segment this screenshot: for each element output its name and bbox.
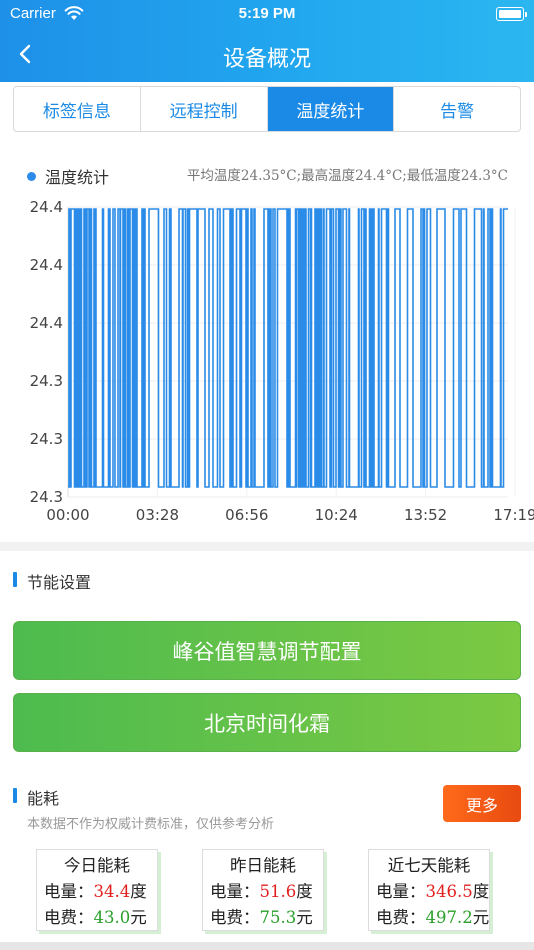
today-energy-card[interactable]: 今日能耗 电量：34.4度 电费：43.0元 <box>36 849 158 931</box>
power-row: 电量：34.4度 <box>44 882 147 901</box>
x-tick-label: 00:00 <box>46 506 89 522</box>
tab-remote-control[interactable]: 远程控制 <box>141 87 268 131</box>
x-tick-label: 03:28 <box>136 506 179 522</box>
energy-settings-title: 节能设置 <box>13 569 91 593</box>
tab-temperature-stats[interactable]: 温度统计 <box>267 87 395 131</box>
fee-value: 43.0 <box>93 908 131 927</box>
card-title: 今日能耗 <box>64 856 130 875</box>
y-tick-label: 24.3 <box>30 430 63 448</box>
power-value: 34.4 <box>93 882 131 901</box>
fee-value: 497.2 <box>425 908 473 927</box>
page-title: 设备概况 <box>222 47 311 72</box>
legend-dot <box>27 171 36 181</box>
tab-tag-info[interactable]: 标签信息 <box>14 87 141 131</box>
legend-label: 温度统计 <box>45 168 110 187</box>
y-tick-label: 24.3 <box>30 488 63 506</box>
x-tick-label: 06:56 <box>225 506 268 522</box>
energy-panel: 节能设置 峰谷值智慧调节配置 北京时间化霜 能耗 本数据不作为权威计费标准，仅供… <box>0 551 534 946</box>
power-value: 51.6 <box>259 882 297 901</box>
power-value: 346.5 <box>425 882 473 901</box>
fee-row: 电费：497.2元 <box>376 908 490 927</box>
x-tick-label: 17:19 <box>493 506 534 522</box>
x-tick-label: 13:52 <box>404 506 447 522</box>
beijing-time-defrost-button[interactable]: 北京时间化霜 <box>13 693 521 752</box>
fee-row: 电费：75.3元 <box>210 908 313 927</box>
power-row: 电量：51.6度 <box>210 882 313 901</box>
card-title: 近七天能耗 <box>387 856 471 875</box>
y-tick-label: 24.4 <box>30 198 63 216</box>
temperature-summary: 平均温度24.35°C;最高温度24.4°C;最低温度24.3°C <box>186 168 508 184</box>
fee-row: 电费：43.0元 <box>44 908 147 927</box>
status-time: 5:19 PM <box>238 5 296 22</box>
app-header: Carrier 5:19 PM 设备概况 <box>0 0 534 82</box>
energy-disclaimer: 本数据不作为权威计费标准，仅供参考分析 <box>27 817 275 832</box>
peak-valley-config-button[interactable]: 峰谷值智慧调节配置 <box>13 621 521 680</box>
temperature-chart[interactable]: 24.424.424.424.324.324.300:00 03:28 06:56 1… <box>0 192 534 522</box>
y-tick-label: 24.4 <box>30 256 63 274</box>
card-title: 昨日能耗 <box>230 856 296 875</box>
yesterday-energy-card[interactable]: 昨日能耗 电量：51.6度 电费：75.3元 <box>202 849 324 931</box>
energy-title: 能耗 <box>13 785 59 809</box>
seven-day-energy-card[interactable]: 近七天能耗 电量：346.5度 电费：497.2元 <box>368 849 490 931</box>
power-row: 电量：346.5度 <box>376 882 490 901</box>
bottom-divider <box>0 942 534 950</box>
tab-alarm[interactable]: 告警 <box>394 87 520 131</box>
more-button[interactable]: 更多 <box>443 785 521 822</box>
tab-bar: 标签信息 远程控制 温度统计 告警 <box>13 86 521 132</box>
x-tick-label: 10:24 <box>315 506 358 522</box>
y-tick-label: 24.3 <box>30 372 63 390</box>
y-tick-label: 24.4 <box>30 314 63 332</box>
chart-legend: 温度统计 <box>27 164 109 188</box>
temperature-series-line <box>68 208 508 488</box>
temperature-panel: 标签信息 远程控制 温度统计 告警 温度统计 平均温度24.35°C;最高温度2… <box>0 82 534 542</box>
fee-value: 75.3 <box>259 908 297 927</box>
status-bar: Carrier 5:19 PM <box>0 0 534 28</box>
battery-icon <box>496 7 527 21</box>
